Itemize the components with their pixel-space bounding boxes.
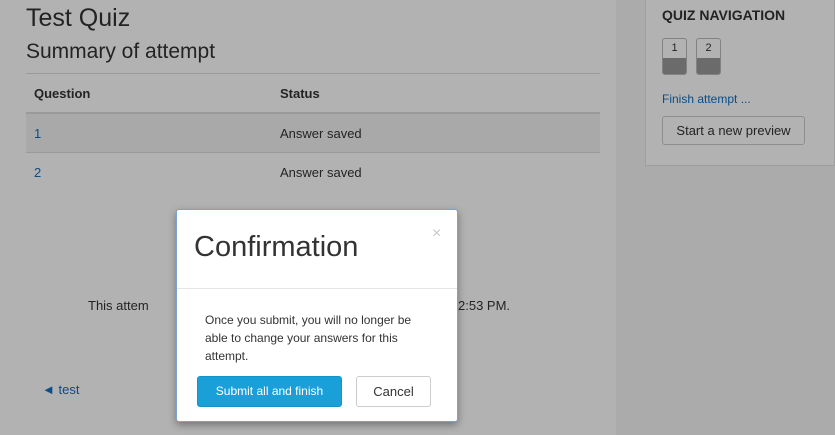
- page: Test Quiz Summary of attempt Question St…: [0, 0, 835, 435]
- dialog-message: Once you submit, you will no longer be a…: [205, 313, 412, 363]
- submit-all-and-finish-button[interactable]: Submit all and finish: [197, 376, 342, 407]
- close-icon[interactable]: ×: [432, 225, 441, 243]
- dialog-title: Confirmation: [194, 231, 359, 263]
- dialog-header: Confirmation ×: [177, 210, 457, 289]
- cancel-button[interactable]: Cancel: [356, 376, 431, 407]
- confirmation-dialog: Confirmation × Once you submit, you will…: [176, 209, 458, 422]
